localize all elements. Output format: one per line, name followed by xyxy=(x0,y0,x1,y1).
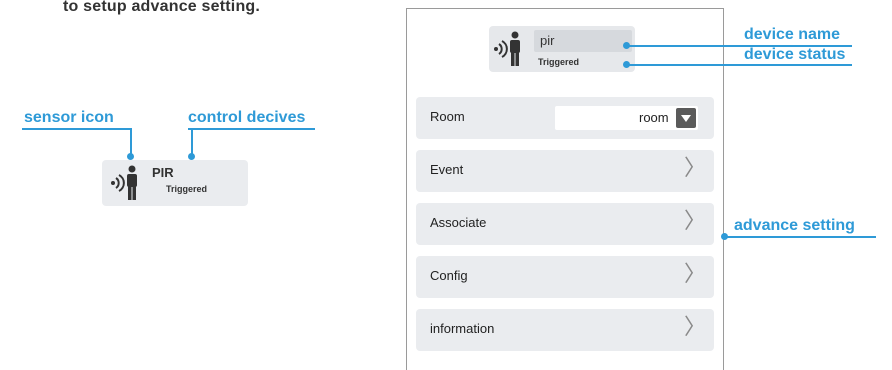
chevron-right-icon: 〉 xyxy=(684,208,707,233)
sensor-icon-dot xyxy=(127,153,134,160)
control-devices-callout-line xyxy=(188,128,315,130)
control-devices-leader xyxy=(191,128,193,156)
chevron-right-icon: 〉 xyxy=(684,261,707,286)
device-status-line xyxy=(626,64,852,66)
pir-sensor-icon xyxy=(111,165,137,200)
pir-sensor-icon xyxy=(494,31,520,66)
chevron-right-icon: 〉 xyxy=(684,314,707,339)
config-row[interactable]: Config 〉 xyxy=(416,256,714,298)
information-label: information xyxy=(430,321,495,336)
information-row[interactable]: information 〉 xyxy=(416,309,714,351)
device-status: Triggered xyxy=(538,57,580,67)
device-status-callout: device status xyxy=(744,46,846,63)
device-name: pir xyxy=(540,33,555,48)
config-label: Config xyxy=(430,268,468,283)
sensor-card-status: Triggered xyxy=(166,184,208,194)
sensor-icon-leader xyxy=(130,128,132,156)
room-select[interactable]: room xyxy=(555,106,698,130)
chevron-right-icon: 〉 xyxy=(684,155,707,180)
dropdown-arrow-icon[interactable] xyxy=(676,108,696,128)
control-devices-dot xyxy=(188,153,195,160)
control-devices-callout: control decives xyxy=(188,109,306,126)
sensor-icon-callout: sensor icon xyxy=(24,109,114,126)
associate-label: Associate xyxy=(430,215,487,230)
instruction-text: to setup advance setting. xyxy=(63,0,261,15)
event-row[interactable]: Event 〉 xyxy=(416,150,714,192)
advance-setting-callout: advance setting xyxy=(734,217,855,234)
room-label: Room xyxy=(430,109,465,124)
room-value: room xyxy=(639,110,669,125)
associate-row[interactable]: Associate 〉 xyxy=(416,203,714,245)
room-row: Room room xyxy=(416,97,714,139)
sensor-icon-callout-line xyxy=(22,128,132,130)
device-name-callout: device name xyxy=(744,26,841,43)
sensor-card-name: PIR xyxy=(152,165,174,180)
event-label: Event xyxy=(430,162,464,177)
advance-setting-line xyxy=(724,236,876,238)
